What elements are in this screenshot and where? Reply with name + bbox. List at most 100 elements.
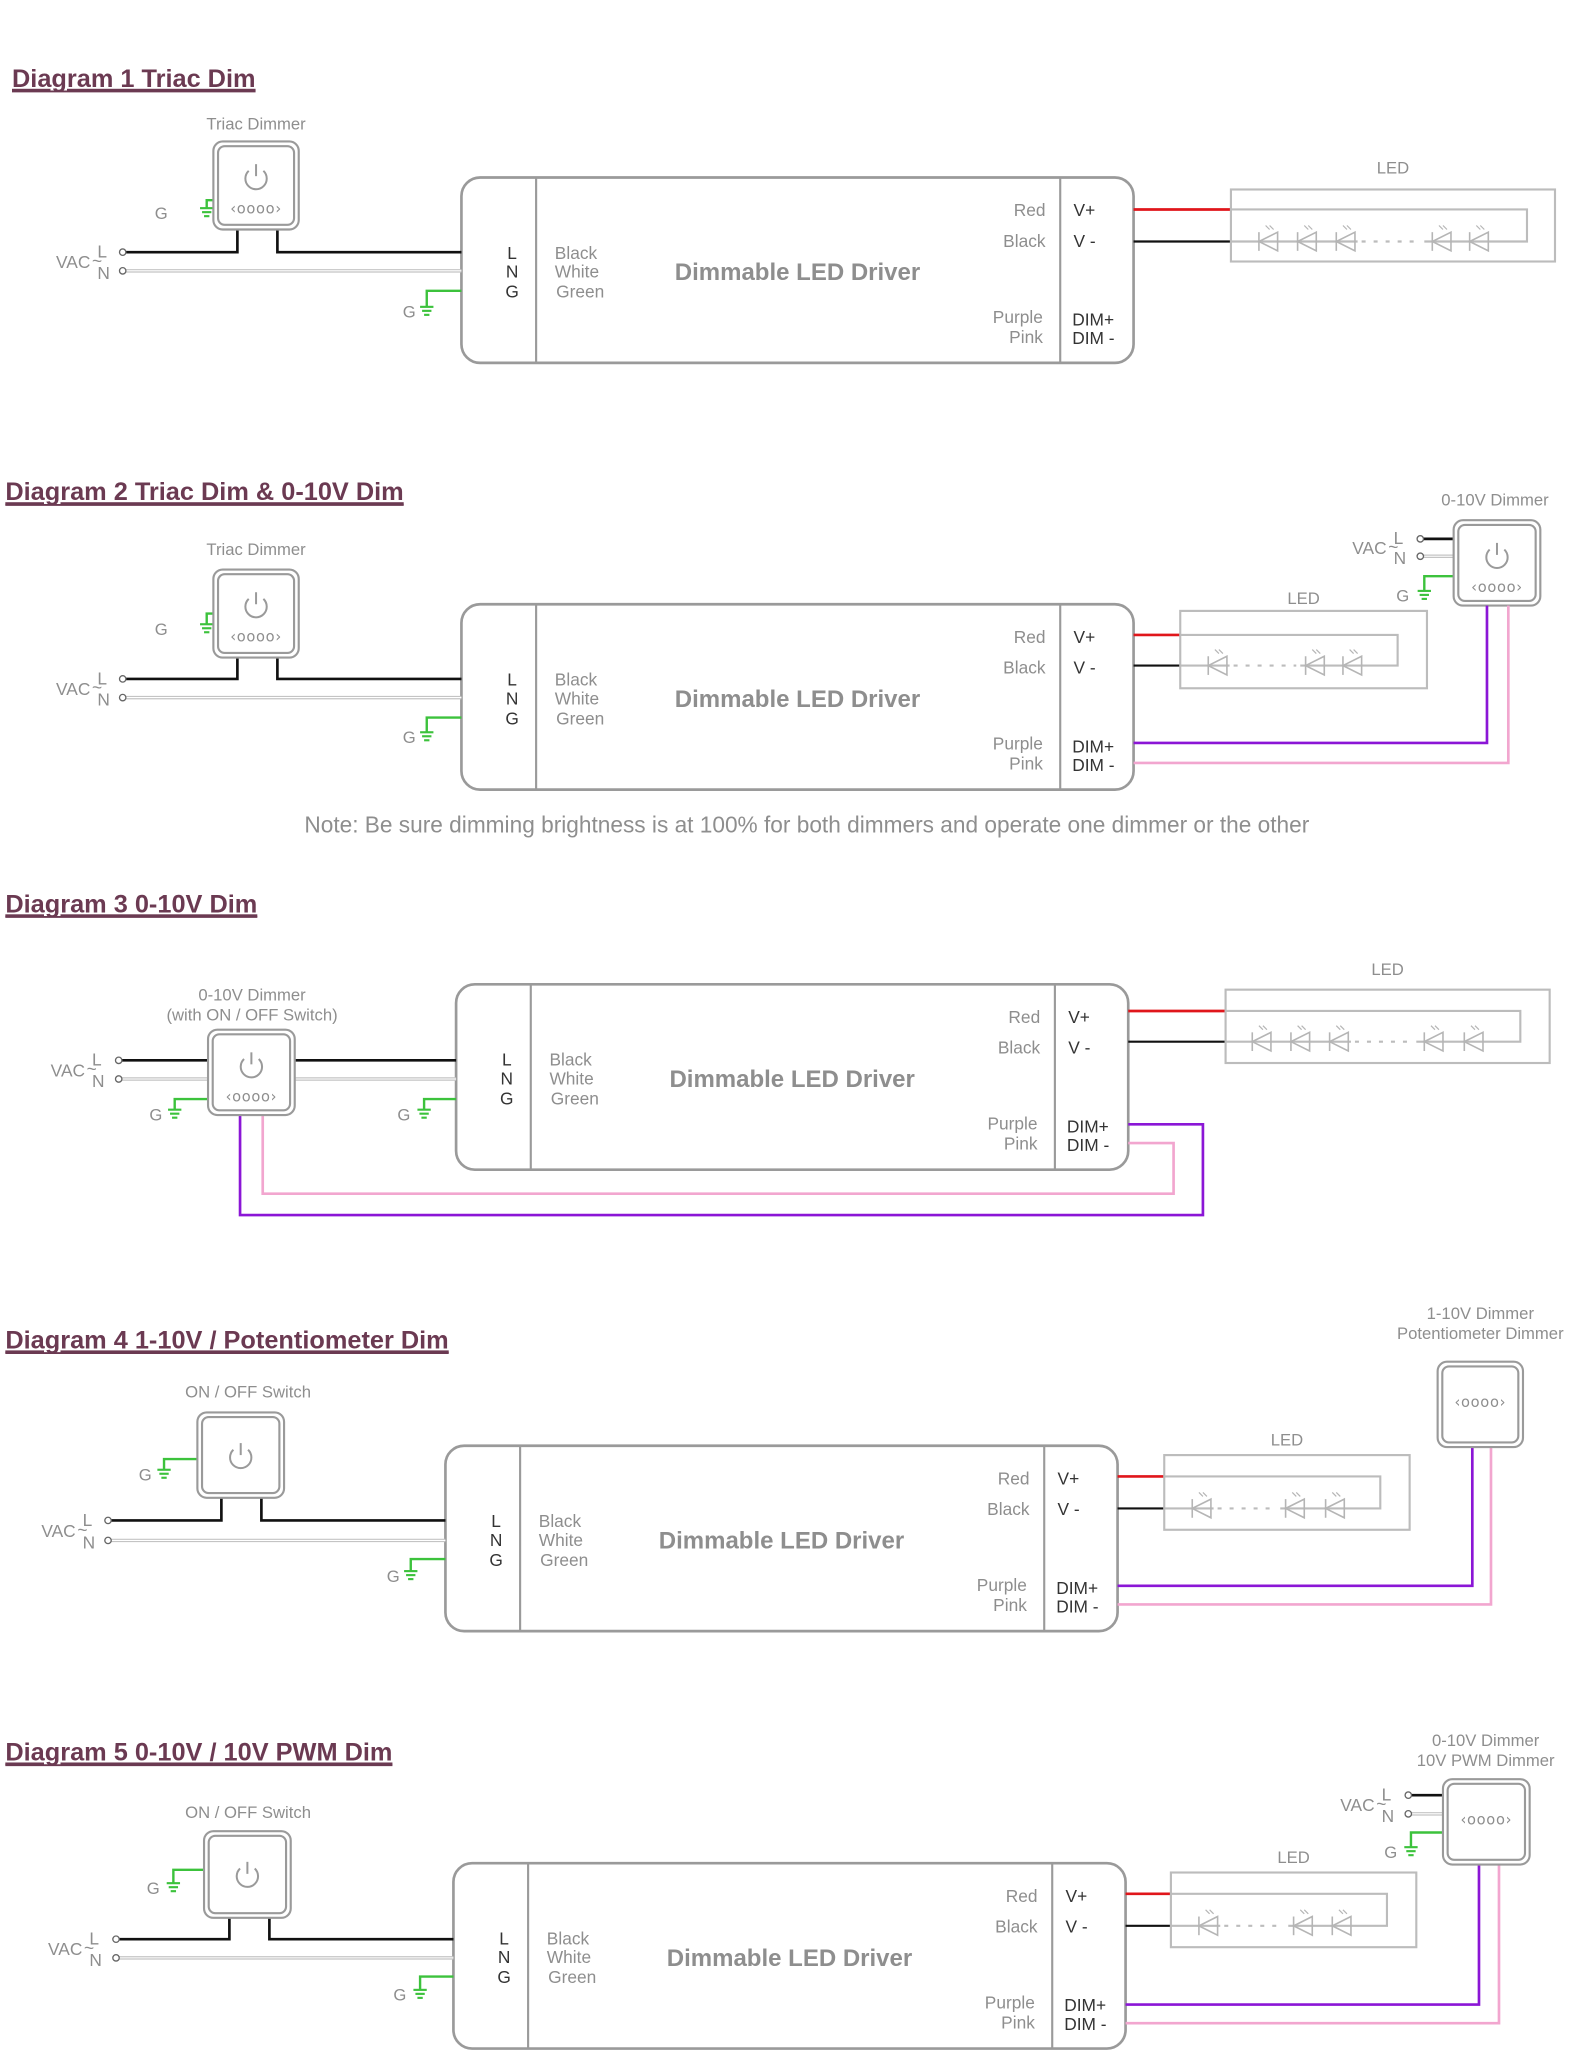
led-diode-icon (1334, 225, 1356, 253)
dim-wire-color-label: Pink (1009, 754, 1043, 774)
vac-n-label: N (83, 1532, 96, 1552)
diode-light-rays (1470, 1025, 1480, 1031)
input-wire-color-label: Green (540, 1550, 588, 1570)
led-loop-wire (1170, 1892, 1389, 1927)
vac-label: VAC (48, 1939, 82, 1959)
led-diode-icon (1327, 1025, 1350, 1053)
vac-input: VACL~N (56, 242, 127, 283)
terminal-icon (1416, 552, 1425, 561)
terminal-icon (1404, 1791, 1413, 1800)
dimmer-0-10v-with-switch: ‹oooo› (206, 1028, 296, 1117)
terminal-v-plus: V+ (1066, 1886, 1088, 1906)
terminal-icon (118, 248, 127, 257)
led-strip-frame (1229, 188, 1557, 263)
dimmer-slider-icon: ‹oooo› (1461, 1812, 1513, 1829)
input-wire-color-label: Black (555, 670, 598, 690)
input-terminal-g: G (497, 1967, 510, 1987)
dimmer-slider-icon: ‹oooo› (230, 200, 282, 217)
diagram-4: Diagram 4 1-10V / Potentiometer Dim ON / … (5, 1304, 1564, 1633)
ground-wire (162, 1457, 198, 1470)
terminal-dim-plus: DIM+ (1056, 1578, 1098, 1598)
diode-light-rays (1291, 1492, 1301, 1497)
input-wire-color-label: Black (539, 1511, 582, 1531)
pink-dim-wire (1117, 1447, 1493, 1606)
live-wire-in (116, 1917, 231, 1941)
device-label: (with ON / OFF Switch) (166, 1005, 337, 1024)
diode-light-rays (1258, 1025, 1268, 1031)
driver-name: Dimmable LED Driver (675, 259, 920, 286)
device-label: ON / OFF Switch (185, 1383, 311, 1402)
live-wire-in (108, 1497, 223, 1522)
ground-icon (168, 1108, 182, 1119)
input-wire-color-label: White (555, 688, 599, 708)
device-label: Triac Dimmer (206, 114, 306, 133)
vac-n-label: N (1382, 1806, 1395, 1826)
terminal-v-plus: V+ (1068, 1007, 1090, 1027)
input-terminal-l: L (507, 670, 517, 690)
ground-label: G (403, 303, 416, 322)
led-diode-icon (1289, 1025, 1311, 1053)
ground-label: G (149, 1105, 162, 1124)
ground-icon (417, 1108, 431, 1119)
led-diode-icon (1323, 1492, 1346, 1520)
output-wire-color-label: Red (1008, 1007, 1040, 1027)
ground-wire (425, 289, 462, 307)
ground-label: G (155, 204, 168, 223)
diagram-title: Diagram 4 1-10V / Potentiometer Dim (5, 1326, 448, 1354)
diagram-title: Diagram 1 Triac Dim (12, 65, 256, 93)
terminal-icon (118, 266, 127, 275)
led-strip-frame (1169, 1871, 1418, 1949)
led-diode-icon (1257, 225, 1279, 253)
led-diode-icon (1283, 1492, 1306, 1520)
ground-wire (172, 1868, 205, 1884)
output-wire-color-label: Black (1003, 658, 1046, 678)
led-driver: LNGBlackWhiteGreenDimmable LED DriverRed… (452, 1861, 1127, 2050)
led-driver: LNGBlackWhiteGreenDimmable LED DriverRed… (454, 982, 1130, 1172)
device-label: 1-10V Dimmer (1427, 1304, 1535, 1323)
live-wire-out (276, 656, 462, 681)
ground-icon (1404, 1846, 1418, 1857)
led-diode-icon (1467, 225, 1490, 253)
led-label: LED (1287, 589, 1319, 608)
vac-input: VACL~N (51, 1050, 123, 1091)
dim-wire-color-label: Purple (993, 307, 1043, 327)
dimmer-slider-icon: ‹oooo› (226, 1089, 278, 1106)
dim-wire-color-label: Pink (993, 1595, 1027, 1615)
ground-label: G (139, 1465, 152, 1484)
terminal-dim-minus: DIM - (1067, 1135, 1109, 1155)
ground-wire (422, 1097, 457, 1110)
ground-icon (420, 305, 434, 316)
terminal-v-plus: V+ (1074, 627, 1096, 647)
led-label: LED (1377, 158, 1409, 177)
on-off-switch (202, 1830, 292, 1919)
ground-icon (157, 1468, 171, 1479)
device-label: 0-10V Dimmer (198, 985, 306, 1004)
dim-wire-color-label: Purple (993, 734, 1043, 754)
diagram-3: Diagram 3 0-10V Dim 0-10V Dimmer(with ON … (5, 890, 1551, 1217)
live-wire-in (122, 229, 239, 254)
diagram-title: Diagram 3 0-10V Dim (5, 890, 257, 918)
wiring-diagrams-page: Diagram 1 Triac DimTriac DimmerLNGBlackW… (5, 65, 1564, 2050)
ground-label: G (1396, 587, 1409, 606)
input-wire-color-label: Black (549, 1050, 592, 1070)
ground-wire (418, 1975, 454, 1990)
input-terminal-n: N (506, 688, 519, 708)
diode-light-rays (1335, 1025, 1345, 1031)
vac-input: VACL~N (48, 1929, 120, 1970)
dimmer-inner-frame (207, 1834, 288, 1915)
led-diode-icon (1206, 649, 1228, 677)
dim-wire-color-label: Pink (1004, 1134, 1038, 1154)
diode-light-rays (1265, 225, 1275, 230)
vac-label: VAC (51, 1060, 85, 1080)
ground-icon (404, 1570, 418, 1581)
note-text: Note: Be sure dimming brightness is at 1… (304, 811, 1309, 837)
diode-light-rays (1430, 1025, 1440, 1031)
led-diode-icon (1303, 649, 1326, 677)
driver-name: Dimmable LED Driver (667, 1945, 912, 1972)
vac-label: VAC (1352, 538, 1386, 558)
ground-label: G (155, 620, 168, 639)
device-label: ON / OFF Switch (185, 1803, 311, 1822)
terminal-icon (118, 675, 127, 683)
vac-label: VAC (41, 1521, 75, 1541)
led-diode-icon (1341, 649, 1363, 677)
